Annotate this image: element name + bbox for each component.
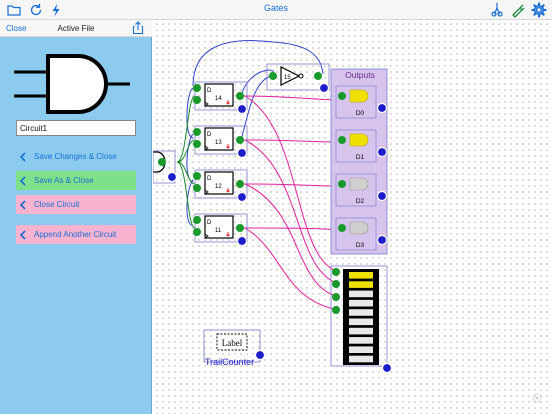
label-component[interactable]: Label TrailCounter: [203, 329, 266, 367]
append-circuit-button[interactable]: Append Another Circuit: [16, 225, 136, 244]
label-caption: TrailCounter: [205, 357, 254, 367]
top-toolbar: Gates: [0, 0, 552, 20]
button-label: Save As & Close: [34, 176, 94, 185]
bar-segment: [349, 290, 373, 298]
button-label: Save Changes & Close: [34, 152, 117, 161]
connector-icon[interactable]: [381, 362, 393, 374]
bar-segment: [349, 309, 373, 316]
panel-header: Close Active File: [0, 20, 152, 37]
flip-flop-14[interactable]: D 14: [193, 81, 248, 115]
flip-flop-d-label: D: [207, 176, 212, 182]
partial-gate[interactable]: [153, 150, 178, 184]
bar-graph-display[interactable]: [330, 265, 393, 374]
led-label: D1: [356, 154, 365, 161]
bar-segment: [349, 299, 373, 307]
save-as-close-button[interactable]: Save As & Close: [16, 171, 136, 190]
flip-flop-number: 13: [215, 140, 222, 146]
outputs-group[interactable]: Outputs D0 D1 D2 D3: [330, 68, 388, 255]
green-wires: [176, 95, 196, 229]
bar-segment: [349, 355, 373, 363]
probe-icon[interactable]: [510, 2, 526, 18]
bar-segment: [349, 346, 373, 353]
chevron-left-icon: [16, 171, 30, 190]
outputs-title: Outputs: [345, 70, 375, 80]
flip-flop-number: 11: [215, 228, 222, 234]
output-pin[interactable]: [158, 158, 166, 166]
flip-flop-d-label: D: [207, 88, 212, 94]
connector-icon[interactable]: [236, 147, 248, 159]
not-gate-number: 15: [284, 75, 291, 81]
connector-icon[interactable]: [318, 82, 330, 94]
circuit-canvas[interactable]: D 14 D 13 D 12 D 11 15 Outputs D0 D1 D2 …: [153, 20, 552, 414]
gear-icon[interactable]: [531, 2, 547, 18]
active-file-panel: Close Active File Save Changes & Close S…: [0, 20, 152, 414]
chevron-left-icon: [16, 225, 30, 244]
connector-icon[interactable]: [376, 190, 388, 202]
not-gate-15[interactable]: 15: [266, 63, 330, 94]
bar-segment: [349, 327, 373, 335]
close-circuit-button[interactable]: Close Circuit: [16, 195, 136, 214]
flip-flop-12[interactable]: D 12: [193, 169, 248, 203]
corner-indicator: [532, 393, 542, 403]
panel-title: Active File: [57, 24, 95, 33]
circuit-diagram: D 14 D 13 D 12 D 11 15 Outputs D0 D1 D2 …: [153, 40, 542, 403]
button-label: Append Another Circuit: [34, 230, 117, 239]
button-label: Close Circuit: [34, 200, 80, 209]
connector-icon[interactable]: [376, 146, 388, 158]
flip-flop-number: 12: [215, 184, 222, 190]
and-gate-icon: [14, 54, 130, 114]
connector-icon[interactable]: [236, 103, 248, 115]
led-label: D3: [356, 242, 365, 249]
led-label: D0: [356, 110, 365, 117]
flip-flop-d-label: D: [207, 220, 212, 226]
magenta-wires: [242, 95, 342, 311]
led-label: D2: [356, 198, 365, 205]
bar-segment: [349, 337, 373, 344]
flip-flop-11[interactable]: D 11: [193, 213, 248, 247]
app-title: Gates: [263, 3, 288, 13]
bar-segment: [349, 281, 373, 288]
connector-icon[interactable]: [254, 349, 266, 361]
flip-flop-d-label: D: [207, 132, 212, 138]
connector-icon[interactable]: [236, 235, 248, 247]
label-text: Label: [222, 338, 243, 348]
flip-flop-13[interactable]: D 13: [193, 125, 248, 159]
share-icon[interactable]: [131, 21, 145, 35]
bar-segment: [349, 272, 373, 279]
bar-segment: [349, 318, 373, 326]
connector-icon[interactable]: [166, 171, 178, 183]
chevron-left-icon: [16, 195, 30, 214]
connector-icon[interactable]: [236, 191, 248, 203]
flip-flop-number: 14: [215, 96, 222, 102]
connector-icon[interactable]: [376, 102, 388, 114]
chevron-left-icon: [16, 147, 30, 166]
circuit-name-input[interactable]: [16, 120, 136, 136]
wire-cutter-icon[interactable]: [489, 2, 505, 18]
connector-icon[interactable]: [376, 234, 388, 246]
save-changes-close-button[interactable]: Save Changes & Close: [16, 147, 136, 166]
